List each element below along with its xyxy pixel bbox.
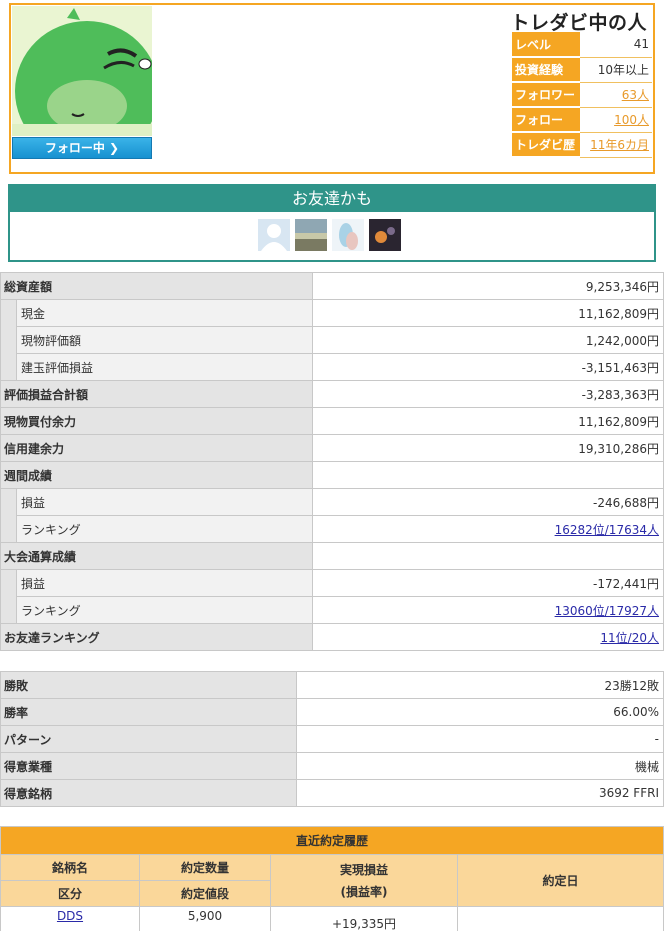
trade-stock-link[interactable]: DDS — [57, 909, 83, 923]
favorite-sector-label: 得意業種 — [0, 752, 297, 780]
table-row: ランキング 16282位/17634人 — [1, 515, 664, 543]
table-row: 現物評価額 1,242,000円 — [1, 326, 664, 354]
contest-results-label: 大会通算成績 — [0, 542, 313, 570]
stat-value-experience: 10年以上 — [580, 57, 652, 83]
table-row: お友達ランキング 11位/20人 — [0, 623, 664, 651]
spot-value-value: 1,242,000円 — [312, 326, 664, 354]
total-assets-label: 総資産額 — [0, 272, 313, 300]
stat-value-level: 41 — [580, 32, 652, 58]
table-row: 週間成績 — [0, 461, 664, 489]
weekly-ranking-label: ランキング — [16, 515, 313, 543]
pattern-value: - — [296, 725, 664, 753]
profile-name: トレダビ中の人 — [510, 12, 647, 34]
table-row: 大会通算成績 — [0, 542, 664, 570]
stat-label-level: レベル — [512, 32, 580, 58]
contest-pl-label: 損益 — [16, 569, 313, 597]
follow-button[interactable]: フォロー中 ❯ — [12, 137, 152, 159]
col-quantity: 約定数量 — [139, 854, 271, 881]
trade-realized-pl: +19,335円 — [270, 906, 458, 931]
spot-value-label: 現物評価額 — [16, 326, 313, 354]
stat-label-history: トレダビ歴 — [512, 132, 580, 158]
avatar — [12, 6, 152, 136]
record-table: 勝敗 23勝12敗 勝率 66.00% パターン - 得意業種 機械 得意銘柄 … — [0, 671, 664, 807]
table-row: 総資産額 9,253,346円 — [0, 272, 664, 300]
col-realized-pl: 実現損益 — [339, 862, 388, 877]
spot-buying-power-value: 11,162,809円 — [312, 407, 664, 435]
table-row: 勝率 66.00% — [0, 698, 664, 726]
friend-thumb-landscape-icon[interactable] — [295, 219, 327, 251]
col-trade-date: 約定日 — [457, 854, 664, 907]
favorite-stock-value: 3692 FFRI — [296, 779, 664, 807]
profile-stats: レベル 41 投資経験 10年以上 フォロワー 63人 フォロー 100人 トレ… — [512, 32, 652, 158]
spot-buying-power-label: 現物買付余力 — [0, 407, 313, 435]
trade-quantity: 5,900 — [139, 906, 271, 931]
recent-trades-table: 直近約定履歴 銘柄名 約定数量 実現損益 (損益率) 約定日 区分 約定値段 D… — [0, 826, 664, 931]
margin-pl-label: 建玉評価損益 — [16, 353, 313, 381]
table-row: DDS 5,900 +19,335円 — [0, 906, 664, 931]
win-rate-label: 勝率 — [0, 698, 297, 726]
friend-ranking-label: お友達ランキング — [0, 623, 313, 651]
friend-thumb-night-icon[interactable] — [369, 219, 401, 251]
recent-trades-title: 直近約定履歴 — [0, 826, 664, 855]
table-row: 信用建余力 19,310,286円 — [0, 434, 664, 462]
table-row: 現物買付余力 11,162,809円 — [0, 407, 664, 435]
weekly-results-label: 週間成績 — [0, 461, 313, 489]
win-rate-value: 66.00% — [296, 698, 664, 726]
weekly-pl-label: 損益 — [16, 488, 313, 516]
total-assets-value: 9,253,346円 — [312, 272, 664, 300]
weekly-pl-value: -246,688円 — [312, 488, 664, 516]
stat-label-followers: フォロワー — [512, 82, 580, 108]
following-link[interactable]: 100人 — [614, 113, 649, 127]
weekly-ranking-link[interactable]: 16282位/17634人 — [555, 523, 659, 537]
friend-thumb-illustration-icon[interactable] — [332, 219, 364, 251]
unrealized-pl-label: 評価損益合計額 — [0, 380, 313, 408]
stat-label-following: フォロー — [512, 107, 580, 133]
favorite-sector-value: 機械 — [296, 752, 664, 780]
table-row: 得意業種 機械 — [0, 752, 664, 780]
table-row: 勝敗 23勝12敗 — [0, 671, 664, 699]
contest-pl-value: -172,441円 — [312, 569, 664, 597]
stat-label-experience: 投資経験 — [512, 57, 580, 83]
win-loss-label: 勝敗 — [0, 671, 297, 699]
assets-table: 総資産額 9,253,346円 現金 11,162,809円 現物評価額 1,2… — [0, 272, 664, 651]
margin-pl-value: -3,151,463円 — [312, 353, 664, 381]
friend-suggestions-title: お友達かも — [10, 186, 654, 212]
default-user-icon[interactable] — [258, 219, 290, 251]
col-stock-name: 銘柄名 — [0, 854, 140, 881]
table-row: パターン - — [0, 725, 664, 753]
history-link[interactable]: 11年6カ月 — [590, 138, 649, 152]
margin-power-value: 19,310,286円 — [312, 434, 664, 462]
table-row: 損益 -246,688円 — [0, 488, 664, 543]
dinosaur-avatar-icon — [12, 6, 152, 136]
profile-card: フォロー中 ❯ トレダビ中の人 レベル 41 投資経験 10年以上 フォロワー … — [9, 3, 655, 174]
followers-link[interactable]: 63人 — [622, 88, 649, 102]
table-row: 建玉評価損益 -3,151,463円 — [1, 353, 664, 381]
col-type: 区分 — [0, 880, 140, 907]
table-row: ランキング 13060位/17927人 — [1, 596, 664, 624]
cash-value: 11,162,809円 — [312, 299, 664, 327]
table-row: 損益 -172,441円 — [0, 569, 664, 624]
favorite-stock-label: 得意銘柄 — [0, 779, 297, 807]
friend-suggestions: お友達かも — [8, 184, 656, 262]
contest-ranking-link[interactable]: 13060位/17927人 — [555, 604, 659, 618]
pattern-label: パターン — [0, 725, 297, 753]
unrealized-pl-value: -3,283,363円 — [312, 380, 664, 408]
table-row: 現金 11,162,809円 — [0, 299, 664, 381]
table-row: 評価損益合計額 -3,283,363円 — [0, 380, 664, 408]
contest-ranking-label: ランキング — [16, 596, 313, 624]
friend-ranking-link[interactable]: 11位/20人 — [600, 631, 659, 645]
margin-power-label: 信用建余力 — [0, 434, 313, 462]
cash-label: 現金 — [16, 299, 313, 327]
col-price: 約定値段 — [139, 880, 271, 907]
col-pl-rate: (損益率) — [340, 884, 388, 899]
win-loss-value: 23勝12敗 — [296, 671, 664, 699]
table-row: 得意銘柄 3692 FFRI — [0, 779, 664, 807]
